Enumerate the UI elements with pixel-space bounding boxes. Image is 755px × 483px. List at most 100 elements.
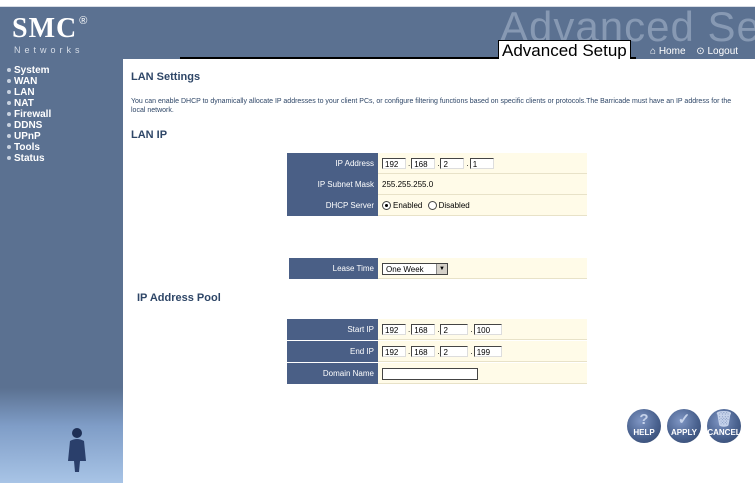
sidebar-item-label: UPnP [14,131,41,142]
home-link[interactable]: ⌂ Home [650,46,688,57]
help-label: HELP [633,428,655,437]
sidebar-item-system[interactable]: System [0,65,123,76]
domain-name-value [378,363,587,384]
section-description: You can enable DHCP to dynamically alloc… [131,98,732,114]
apply-icon: ✓ [677,411,691,428]
lease-time-row: Lease Time One Week ▼ [289,258,587,279]
logout-label: Logout [707,46,739,57]
end-ip-label: End IP [287,341,378,362]
dropdown-arrow-icon: ▼ [436,263,447,274]
dot-separator: . [408,325,411,335]
dot-separator: . [437,325,440,335]
section-title: LAN Settings [131,71,201,83]
start-ip-row: Start IP 192. 168. 2. 100 [287,319,587,340]
sidebar-item-tools[interactable]: Tools [0,142,123,153]
domain-name-row: Domain Name [287,363,587,384]
apply-button[interactable]: ✓ APPLY [667,409,701,443]
dot-separator: . [408,347,411,357]
end-ip-octet-1[interactable]: 192 [382,346,406,358]
bullet-icon [7,112,11,117]
dhcp-value: Enabled Disabled [378,195,587,216]
main-content: LAN Settings You can enable DHCP to dyna… [131,59,751,483]
dot-separator: . [470,325,473,335]
sidebar-item-firewall[interactable]: Firewall [0,109,123,120]
start-ip-octet-1[interactable]: 192 [382,324,406,336]
end-ip-octet-4[interactable]: 199 [473,346,502,358]
sidebar-photo [0,388,123,483]
sidebar-item-nat[interactable]: NAT [0,98,123,109]
bullet-icon [7,68,11,73]
sidebar-item-wan[interactable]: WAN [0,76,123,87]
page-title: Advanced Setup [498,40,631,59]
dhcp-disabled-radio[interactable] [427,201,437,211]
home-icon: ⌂ [650,46,657,57]
end-ip-octet-2[interactable]: 168 [411,346,436,358]
start-ip-label: Start IP [287,319,378,340]
bullet-icon [7,156,11,161]
subnet-label: IP Subnet Mask [287,174,378,195]
sidebar-item-label: NAT [14,98,34,109]
dot-separator: . [466,159,469,169]
sidebar-item-label: System [14,65,50,76]
trash-icon: 🗑 [714,411,734,428]
sidebar-item-label: Tools [14,142,40,153]
logout-icon: ⊙ [696,46,705,57]
ip-octet-1[interactable]: 192 [382,158,406,170]
start-ip-octet-4[interactable]: 100 [473,324,502,336]
end-ip-value: 192. 168. 2. 199 [378,341,587,362]
dot-separator: . [408,159,411,169]
sidebar-item-label: DDNS [14,120,43,131]
dot-separator: . [437,347,440,357]
ip-octet-4[interactable]: 1 [469,158,494,170]
dot-separator: . [470,347,473,357]
cancel-button[interactable]: 🗑 CANCEL [707,409,741,443]
logo-main: SMC [12,13,78,44]
start-ip-octet-3[interactable]: 2 [440,324,469,336]
dhcp-row: DHCP Server Enabled Disabled [287,195,587,216]
bullet-icon [7,134,11,139]
ip-octet-2[interactable]: 168 [411,158,436,170]
bullet-icon [7,101,11,106]
logo-registered: ® [79,15,88,27]
person-silhouette [68,428,86,472]
cancel-label: CANCEL [707,428,741,437]
bullet-icon [7,79,11,84]
title-bar: Advanced Setup ⌂ Home ⊙ Logout [180,40,755,59]
top-nav: ⌂ Home ⊙ Logout [650,45,746,59]
sidebar-item-label: LAN [14,87,35,98]
ip-octet-3[interactable]: 2 [440,158,465,170]
bullet-icon [7,123,11,128]
sidebar-item-lan[interactable]: LAN [0,87,123,98]
help-icon: ? [639,411,649,428]
start-ip-octet-2[interactable]: 168 [411,324,436,336]
logout-link[interactable]: ⊙ Logout [696,46,738,57]
start-ip-value: 192. 168. 2. 100 [378,319,587,340]
bullet-icon [7,90,11,95]
sidebar-item-upnp[interactable]: UPnP [0,131,123,142]
ip-address-label: IP Address [287,153,378,174]
home-label: Home [658,46,686,57]
header-bar: SMC® Networks Advanced Setup Advanced Se… [0,7,755,59]
lease-time-selected: One Week [386,264,424,274]
help-button[interactable]: ? HELP [627,409,661,443]
dhcp-disabled-label: Disabled [438,201,470,210]
domain-name-input[interactable] [382,367,478,380]
smc-logo: SMC ® Networks [12,13,88,56]
ip-address-value: 192. 168. 2. 1 [378,153,587,174]
sidebar-item-ddns[interactable]: DDNS [0,120,123,131]
dot-separator: . [437,159,440,169]
end-ip-octet-3[interactable]: 2 [440,346,469,358]
lease-time-value: One Week ▼ [378,258,587,279]
lease-time-select[interactable]: One Week ▼ [382,262,448,275]
window-top-strip [0,0,755,7]
sidebar-item-label: Firewall [14,109,52,120]
dhcp-enabled-label: Enabled [393,201,423,210]
sidebar-item-label: WAN [14,76,38,87]
end-ip-row: End IP 192. 168. 2. 199 [287,341,587,362]
lease-time-label: Lease Time [289,258,378,279]
sidebar-item-status[interactable]: Status [0,153,123,164]
subnet-row: IP Subnet Mask 255.255.255.0 [287,174,587,195]
subnet-value: 255.255.255.0 [378,174,587,195]
dhcp-enabled-radio[interactable] [382,201,391,211]
bullet-icon [7,145,11,150]
